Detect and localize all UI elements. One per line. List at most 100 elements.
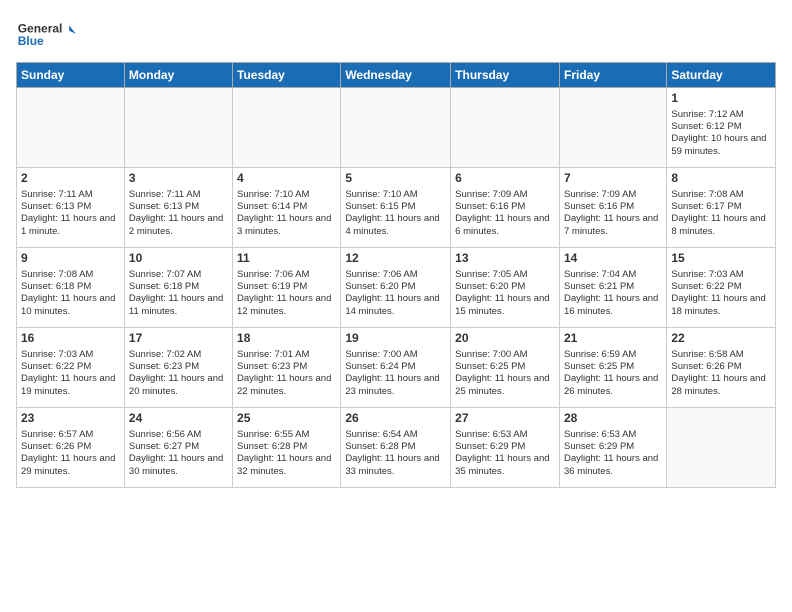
day-number: 14 (564, 251, 662, 267)
day-number: 21 (564, 331, 662, 347)
day-info: Sunrise: 7:10 AM Sunset: 6:14 PM Dayligh… (237, 189, 336, 238)
day-number: 2 (21, 171, 120, 187)
day-number: 20 (455, 331, 555, 347)
day-info: Sunrise: 7:08 AM Sunset: 6:17 PM Dayligh… (671, 189, 771, 238)
calendar-day-cell: 10 Sunrise: 7:07 AM Sunset: 6:18 PM Dayli… (124, 248, 232, 328)
day-info: Sunrise: 7:05 AM Sunset: 6:20 PM Dayligh… (455, 269, 555, 318)
day-number: 26 (345, 411, 446, 427)
svg-text:Blue: Blue (18, 34, 44, 48)
calendar-table: SundayMondayTuesdayWednesdayThursdayFrid… (16, 62, 776, 488)
calendar-day-cell: 3 Sunrise: 7:11 AM Sunset: 6:13 PM Daylig… (124, 168, 232, 248)
calendar-day-cell: 21 Sunrise: 6:59 AM Sunset: 6:25 PM Dayli… (559, 328, 666, 408)
calendar-day-cell: 26Sunrise: 6:54 AM Sunset: 6:28 PM Dayli… (341, 408, 451, 488)
day-info: Sunrise: 7:11 AM Sunset: 6:13 PM Dayligh… (129, 189, 228, 238)
day-number: 1 (671, 91, 771, 107)
day-number: 17 (129, 331, 228, 347)
day-info: Sunrise: 6:57 AM Sunset: 6:26 PM Dayligh… (21, 429, 120, 478)
calendar-day-cell: 18Sunrise: 7:01 AM Sunset: 6:23 PM Dayli… (233, 328, 341, 408)
calendar-day-cell: 2 Sunrise: 7:11 AM Sunset: 6:13 PM Daylig… (17, 168, 125, 248)
day-number: 11 (237, 251, 336, 267)
calendar-day-cell (559, 88, 666, 168)
calendar-day-header: Thursday (451, 63, 560, 88)
calendar-day-cell (451, 88, 560, 168)
day-number: 10 (129, 251, 228, 267)
day-number: 3 (129, 171, 228, 187)
day-info: Sunrise: 7:02 AM Sunset: 6:23 PM Dayligh… (129, 349, 228, 398)
calendar-day-cell: 19 Sunrise: 7:00 AM Sunset: 6:24 PM Dayli… (341, 328, 451, 408)
calendar-day-cell: 25 Sunrise: 6:55 AM Sunset: 6:28 PM Dayli… (233, 408, 341, 488)
logo-svg: General Blue (16, 16, 76, 52)
calendar-day-cell: 28 Sunrise: 6:53 AM Sunset: 6:29 PM Dayli… (559, 408, 666, 488)
day-number: 15 (671, 251, 771, 267)
day-number: 23 (21, 411, 120, 427)
day-info: Sunrise: 6:59 AM Sunset: 6:25 PM Dayligh… (564, 349, 662, 398)
calendar-day-cell: 14 Sunrise: 7:04 AM Sunset: 6:21 PM Dayli… (559, 248, 666, 328)
calendar-day-cell: 6Sunrise: 7:09 AM Sunset: 6:16 PM Daylig… (451, 168, 560, 248)
day-number: 13 (455, 251, 555, 267)
day-number: 9 (21, 251, 120, 267)
day-info: Sunrise: 7:12 AM Sunset: 6:12 PM Dayligh… (671, 109, 771, 158)
calendar-day-cell: 22 Sunrise: 6:58 AM Sunset: 6:26 PM Dayli… (667, 328, 776, 408)
day-info: Sunrise: 6:55 AM Sunset: 6:28 PM Dayligh… (237, 429, 336, 478)
calendar-day-cell (667, 408, 776, 488)
calendar-day-cell: 20 Sunrise: 7:00 AM Sunset: 6:25 PM Dayli… (451, 328, 560, 408)
svg-text:General: General (18, 21, 63, 35)
calendar-week-row: 9 Sunrise: 7:08 AM Sunset: 6:18 PM Daylig… (17, 248, 776, 328)
calendar-day-cell: 5 Sunrise: 7:10 AM Sunset: 6:15 PM Daylig… (341, 168, 451, 248)
calendar-day-cell: 4 Sunrise: 7:10 AM Sunset: 6:14 PM Daylig… (233, 168, 341, 248)
day-info: Sunrise: 7:08 AM Sunset: 6:18 PM Dayligh… (21, 269, 120, 318)
day-info: Sunrise: 7:10 AM Sunset: 6:15 PM Dayligh… (345, 189, 446, 238)
day-info: Sunrise: 7:07 AM Sunset: 6:18 PM Dayligh… (129, 269, 228, 318)
calendar-day-header: Sunday (17, 63, 125, 88)
day-info: Sunrise: 6:53 AM Sunset: 6:29 PM Dayligh… (564, 429, 662, 478)
day-info: Sunrise: 7:00 AM Sunset: 6:24 PM Dayligh… (345, 349, 446, 398)
day-info: Sunrise: 7:06 AM Sunset: 6:20 PM Dayligh… (345, 269, 446, 318)
calendar-day-header: Tuesday (233, 63, 341, 88)
calendar-day-header: Monday (124, 63, 232, 88)
calendar-week-row: 1 Sunrise: 7:12 AM Sunset: 6:12 PM Daylig… (17, 88, 776, 168)
calendar-week-row: 16 Sunrise: 7:03 AM Sunset: 6:22 PM Dayli… (17, 328, 776, 408)
day-number: 22 (671, 331, 771, 347)
calendar-day-cell (341, 88, 451, 168)
day-number: 12 (345, 251, 446, 267)
day-number: 25 (237, 411, 336, 427)
day-info: Sunrise: 6:58 AM Sunset: 6:26 PM Dayligh… (671, 349, 771, 398)
day-number: 16 (21, 331, 120, 347)
calendar-day-cell: 9 Sunrise: 7:08 AM Sunset: 6:18 PM Daylig… (17, 248, 125, 328)
day-info: Sunrise: 7:11 AM Sunset: 6:13 PM Dayligh… (21, 189, 120, 238)
day-info: Sunrise: 6:53 AM Sunset: 6:29 PM Dayligh… (455, 429, 555, 478)
calendar-week-row: 23 Sunrise: 6:57 AM Sunset: 6:26 PM Dayli… (17, 408, 776, 488)
calendar-day-header: Friday (559, 63, 666, 88)
day-info: Sunrise: 6:56 AM Sunset: 6:27 PM Dayligh… (129, 429, 228, 478)
calendar-week-row: 2 Sunrise: 7:11 AM Sunset: 6:13 PM Daylig… (17, 168, 776, 248)
day-number: 6 (455, 171, 555, 187)
calendar-day-cell: 1 Sunrise: 7:12 AM Sunset: 6:12 PM Daylig… (667, 88, 776, 168)
day-info: Sunrise: 7:04 AM Sunset: 6:21 PM Dayligh… (564, 269, 662, 318)
day-number: 4 (237, 171, 336, 187)
day-number: 5 (345, 171, 446, 187)
day-number: 7 (564, 171, 662, 187)
day-number: 24 (129, 411, 228, 427)
calendar-day-header: Wednesday (341, 63, 451, 88)
calendar-day-cell (17, 88, 125, 168)
day-info: Sunrise: 7:03 AM Sunset: 6:22 PM Dayligh… (21, 349, 120, 398)
day-info: Sunrise: 7:01 AM Sunset: 6:23 PM Dayligh… (237, 349, 336, 398)
calendar-day-cell: 7Sunrise: 7:09 AM Sunset: 6:16 PM Daylig… (559, 168, 666, 248)
day-info: Sunrise: 7:00 AM Sunset: 6:25 PM Dayligh… (455, 349, 555, 398)
calendar-day-cell: 17 Sunrise: 7:02 AM Sunset: 6:23 PM Dayli… (124, 328, 232, 408)
day-info: Sunrise: 7:03 AM Sunset: 6:22 PM Dayligh… (671, 269, 771, 318)
calendar-day-cell: 27Sunrise: 6:53 AM Sunset: 6:29 PM Dayli… (451, 408, 560, 488)
day-number: 28 (564, 411, 662, 427)
header: General Blue (16, 16, 776, 52)
day-info: Sunrise: 7:06 AM Sunset: 6:19 PM Dayligh… (237, 269, 336, 318)
calendar-day-cell: 23 Sunrise: 6:57 AM Sunset: 6:26 PM Dayli… (17, 408, 125, 488)
calendar-day-cell: 12 Sunrise: 7:06 AM Sunset: 6:20 PM Dayli… (341, 248, 451, 328)
calendar-day-cell (233, 88, 341, 168)
day-number: 19 (345, 331, 446, 347)
logo: General Blue (16, 16, 76, 52)
calendar-header-row: SundayMondayTuesdayWednesdayThursdayFrid… (17, 63, 776, 88)
day-number: 8 (671, 171, 771, 187)
calendar-day-cell: 11 Sunrise: 7:06 AM Sunset: 6:19 PM Dayli… (233, 248, 341, 328)
calendar-day-cell: 13 Sunrise: 7:05 AM Sunset: 6:20 PM Dayli… (451, 248, 560, 328)
calendar-day-cell: 24 Sunrise: 6:56 AM Sunset: 6:27 PM Dayli… (124, 408, 232, 488)
